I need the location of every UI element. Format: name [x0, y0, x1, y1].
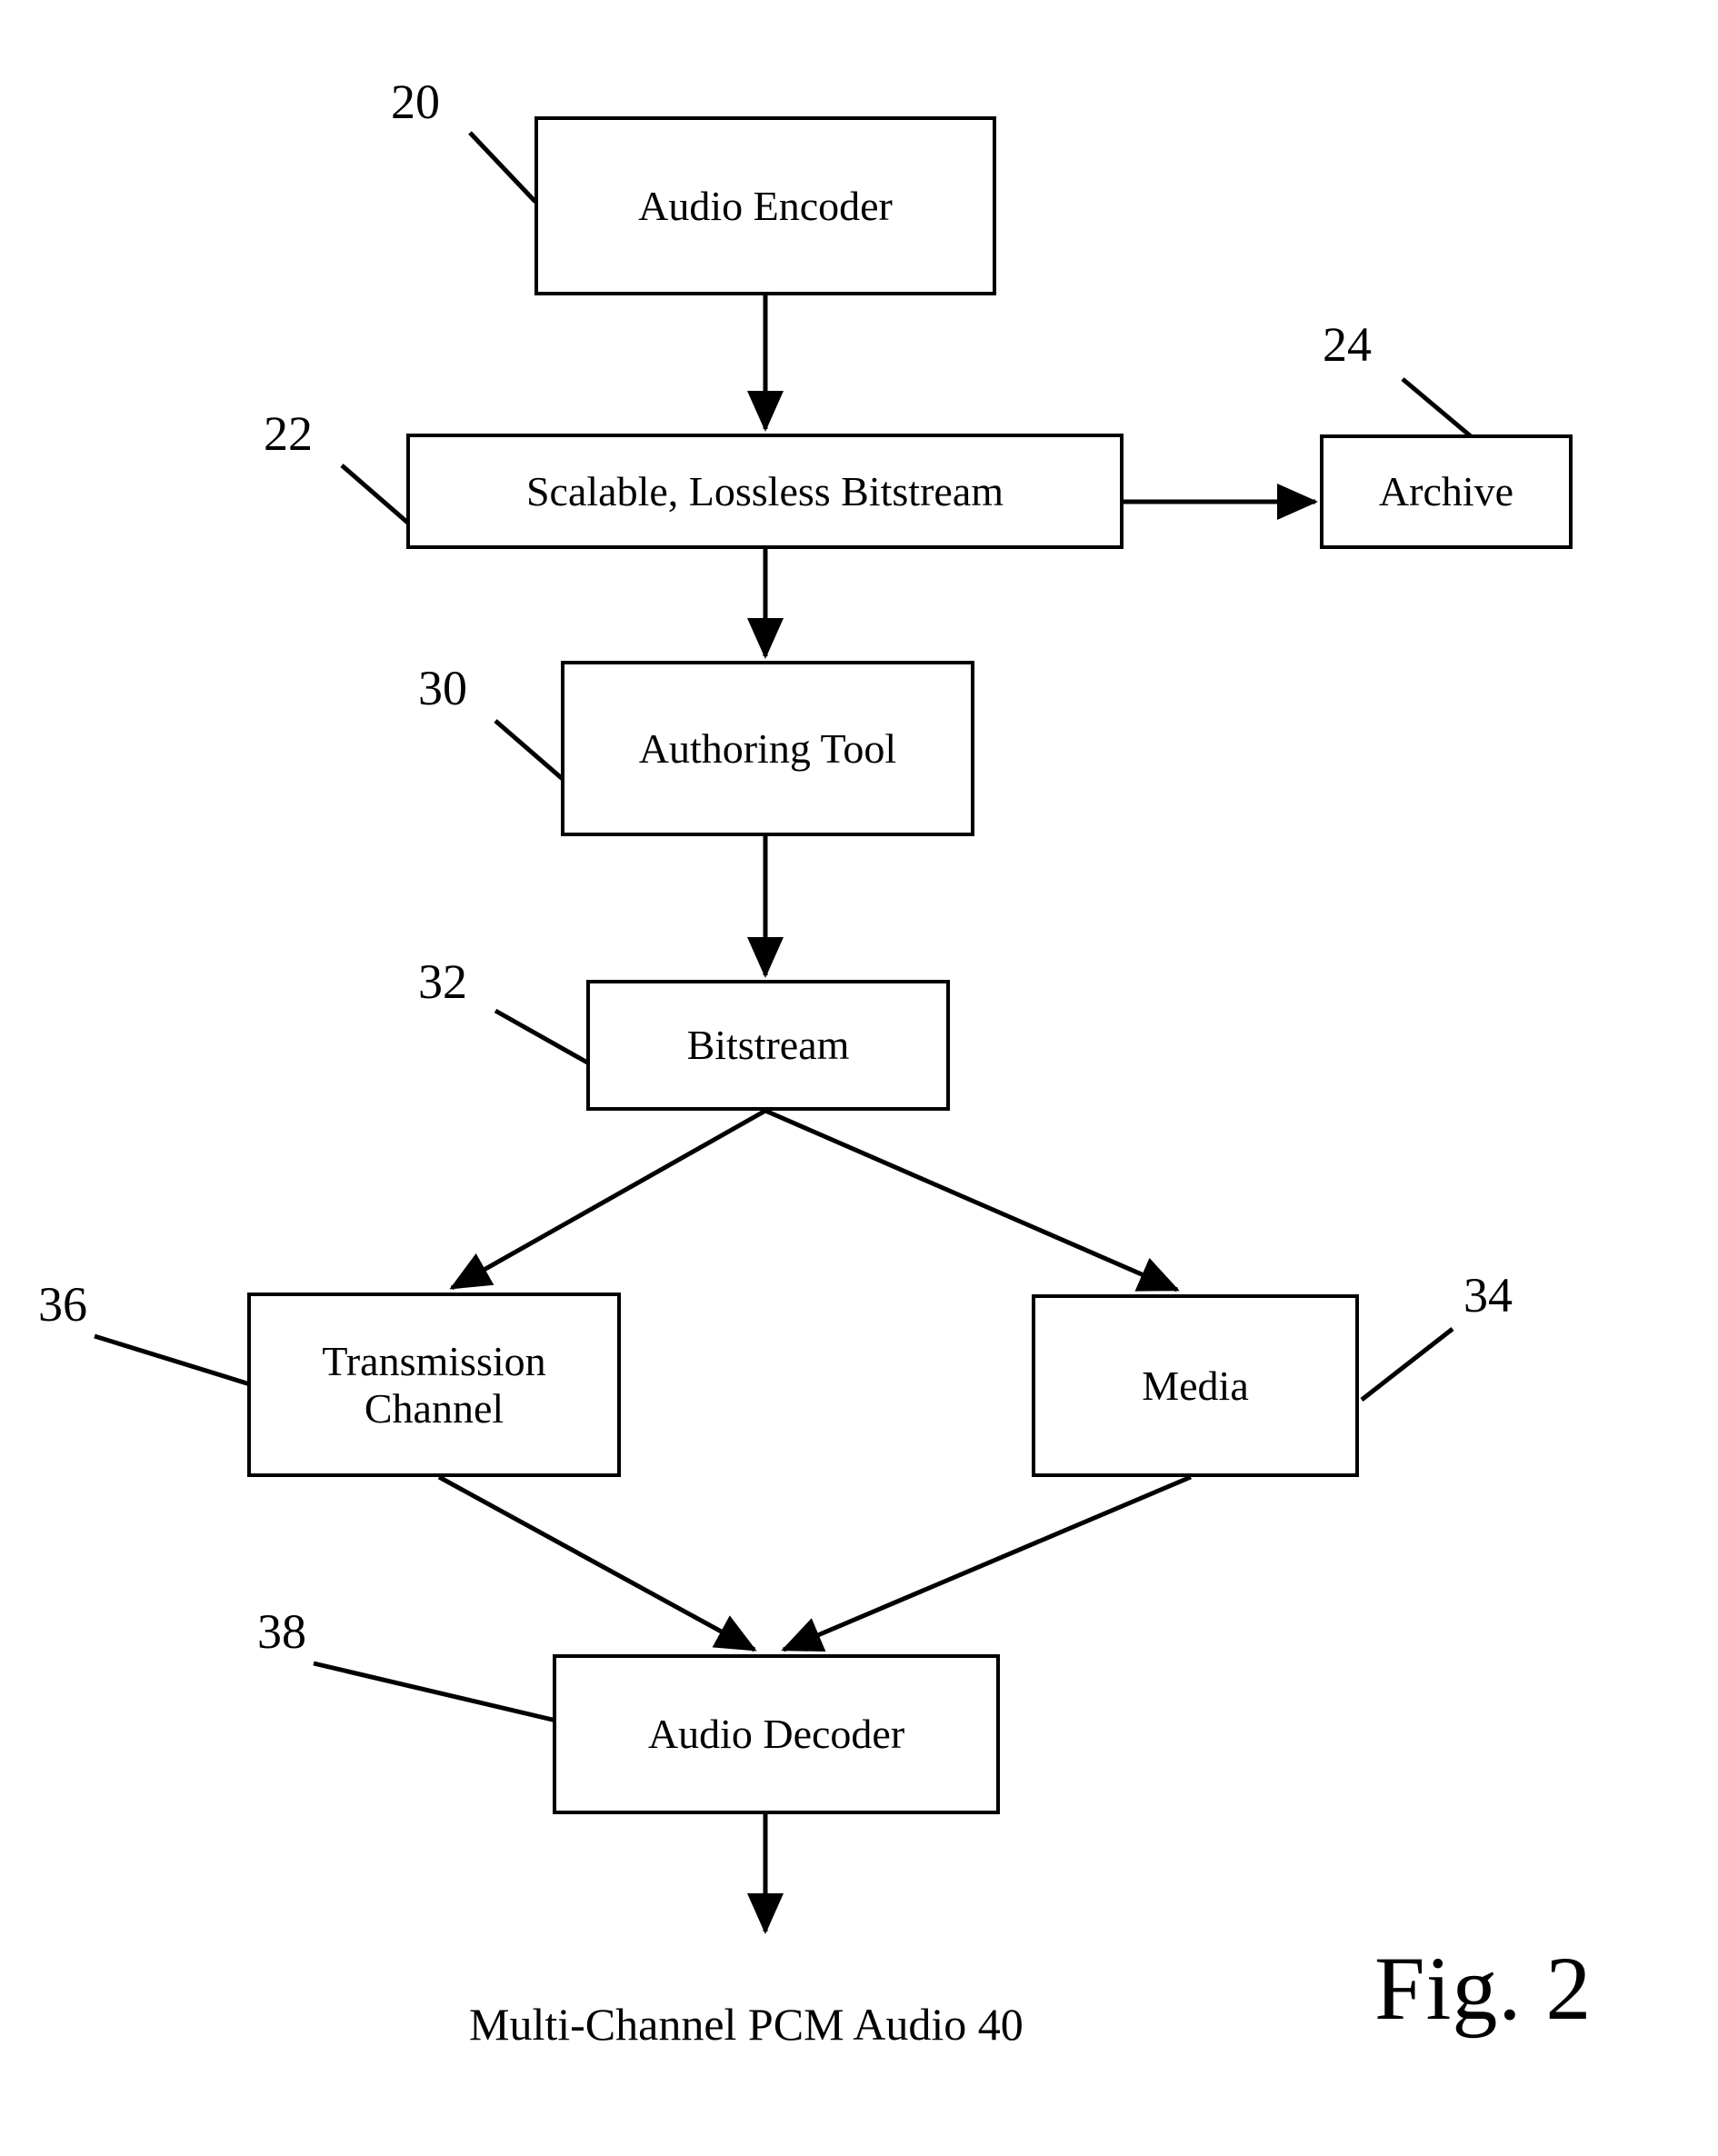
ref-numeral-34: 34 [1463, 1268, 1513, 1323]
node-scalable-bitstream[interactable]: Scalable, Lossless Bitstream [406, 434, 1124, 549]
connector-transmission-to-decoder [437, 1474, 757, 1652]
leader-line-36 [94, 1333, 251, 1387]
connector-media-to-decoder [781, 1474, 1192, 1652]
node-archive[interactable]: Archive [1320, 434, 1573, 549]
node-media[interactable]: Media [1032, 1294, 1359, 1477]
connector-bitstream-to-media [764, 1108, 1180, 1293]
node-transmission-channel[interactable]: Transmission Channel [247, 1293, 621, 1477]
node-audio-encoder-label: Audio Encoder [638, 182, 893, 229]
connector-bitstream-to-transmission [449, 1108, 767, 1291]
ref-numeral-38: 38 [257, 1604, 306, 1659]
node-media-label: Media [1142, 1362, 1249, 1409]
leader-line-24 [1401, 377, 1473, 438]
node-bitstream[interactable]: Bitstream [586, 980, 950, 1111]
ref-numeral-24: 24 [1323, 317, 1372, 372]
ref-numeral-20: 20 [391, 75, 440, 129]
figure-caption: Multi-Channel PCM Audio 40 [469, 1999, 1024, 2050]
ref-numeral-32: 32 [418, 954, 467, 1009]
node-audio-encoder[interactable]: Audio Encoder [534, 116, 996, 295]
node-audio-decoder[interactable]: Audio Decoder [553, 1654, 1000, 1814]
ref-numeral-30: 30 [418, 661, 467, 715]
leader-line-20 [468, 131, 537, 204]
node-audio-decoder-label: Audio Decoder [647, 1711, 905, 1758]
patent-figure: Audio Encoder Scalable, Lossless Bitstre… [0, 0, 1718, 2156]
node-authoring-tool[interactable]: Authoring Tool [561, 661, 974, 836]
figure-title: Fig. 2 [1374, 1938, 1593, 2039]
ref-numeral-22: 22 [264, 406, 313, 461]
node-scalable-bitstream-label: Scalable, Lossless Bitstream [525, 467, 1004, 514]
leader-line-30 [494, 719, 565, 782]
node-transmission-channel-label: Transmission Channel [322, 1337, 546, 1432]
node-bitstream-label: Bitstream [686, 1022, 850, 1069]
node-authoring-tool-label: Authoring Tool [638, 724, 897, 772]
leader-line-34 [1360, 1327, 1454, 1402]
leader-line-38 [313, 1661, 557, 1723]
leader-line-32 [494, 1008, 591, 1066]
node-archive-label: Archive [1378, 468, 1514, 515]
leader-line-22 [340, 464, 413, 527]
ref-numeral-36: 36 [38, 1277, 87, 1332]
